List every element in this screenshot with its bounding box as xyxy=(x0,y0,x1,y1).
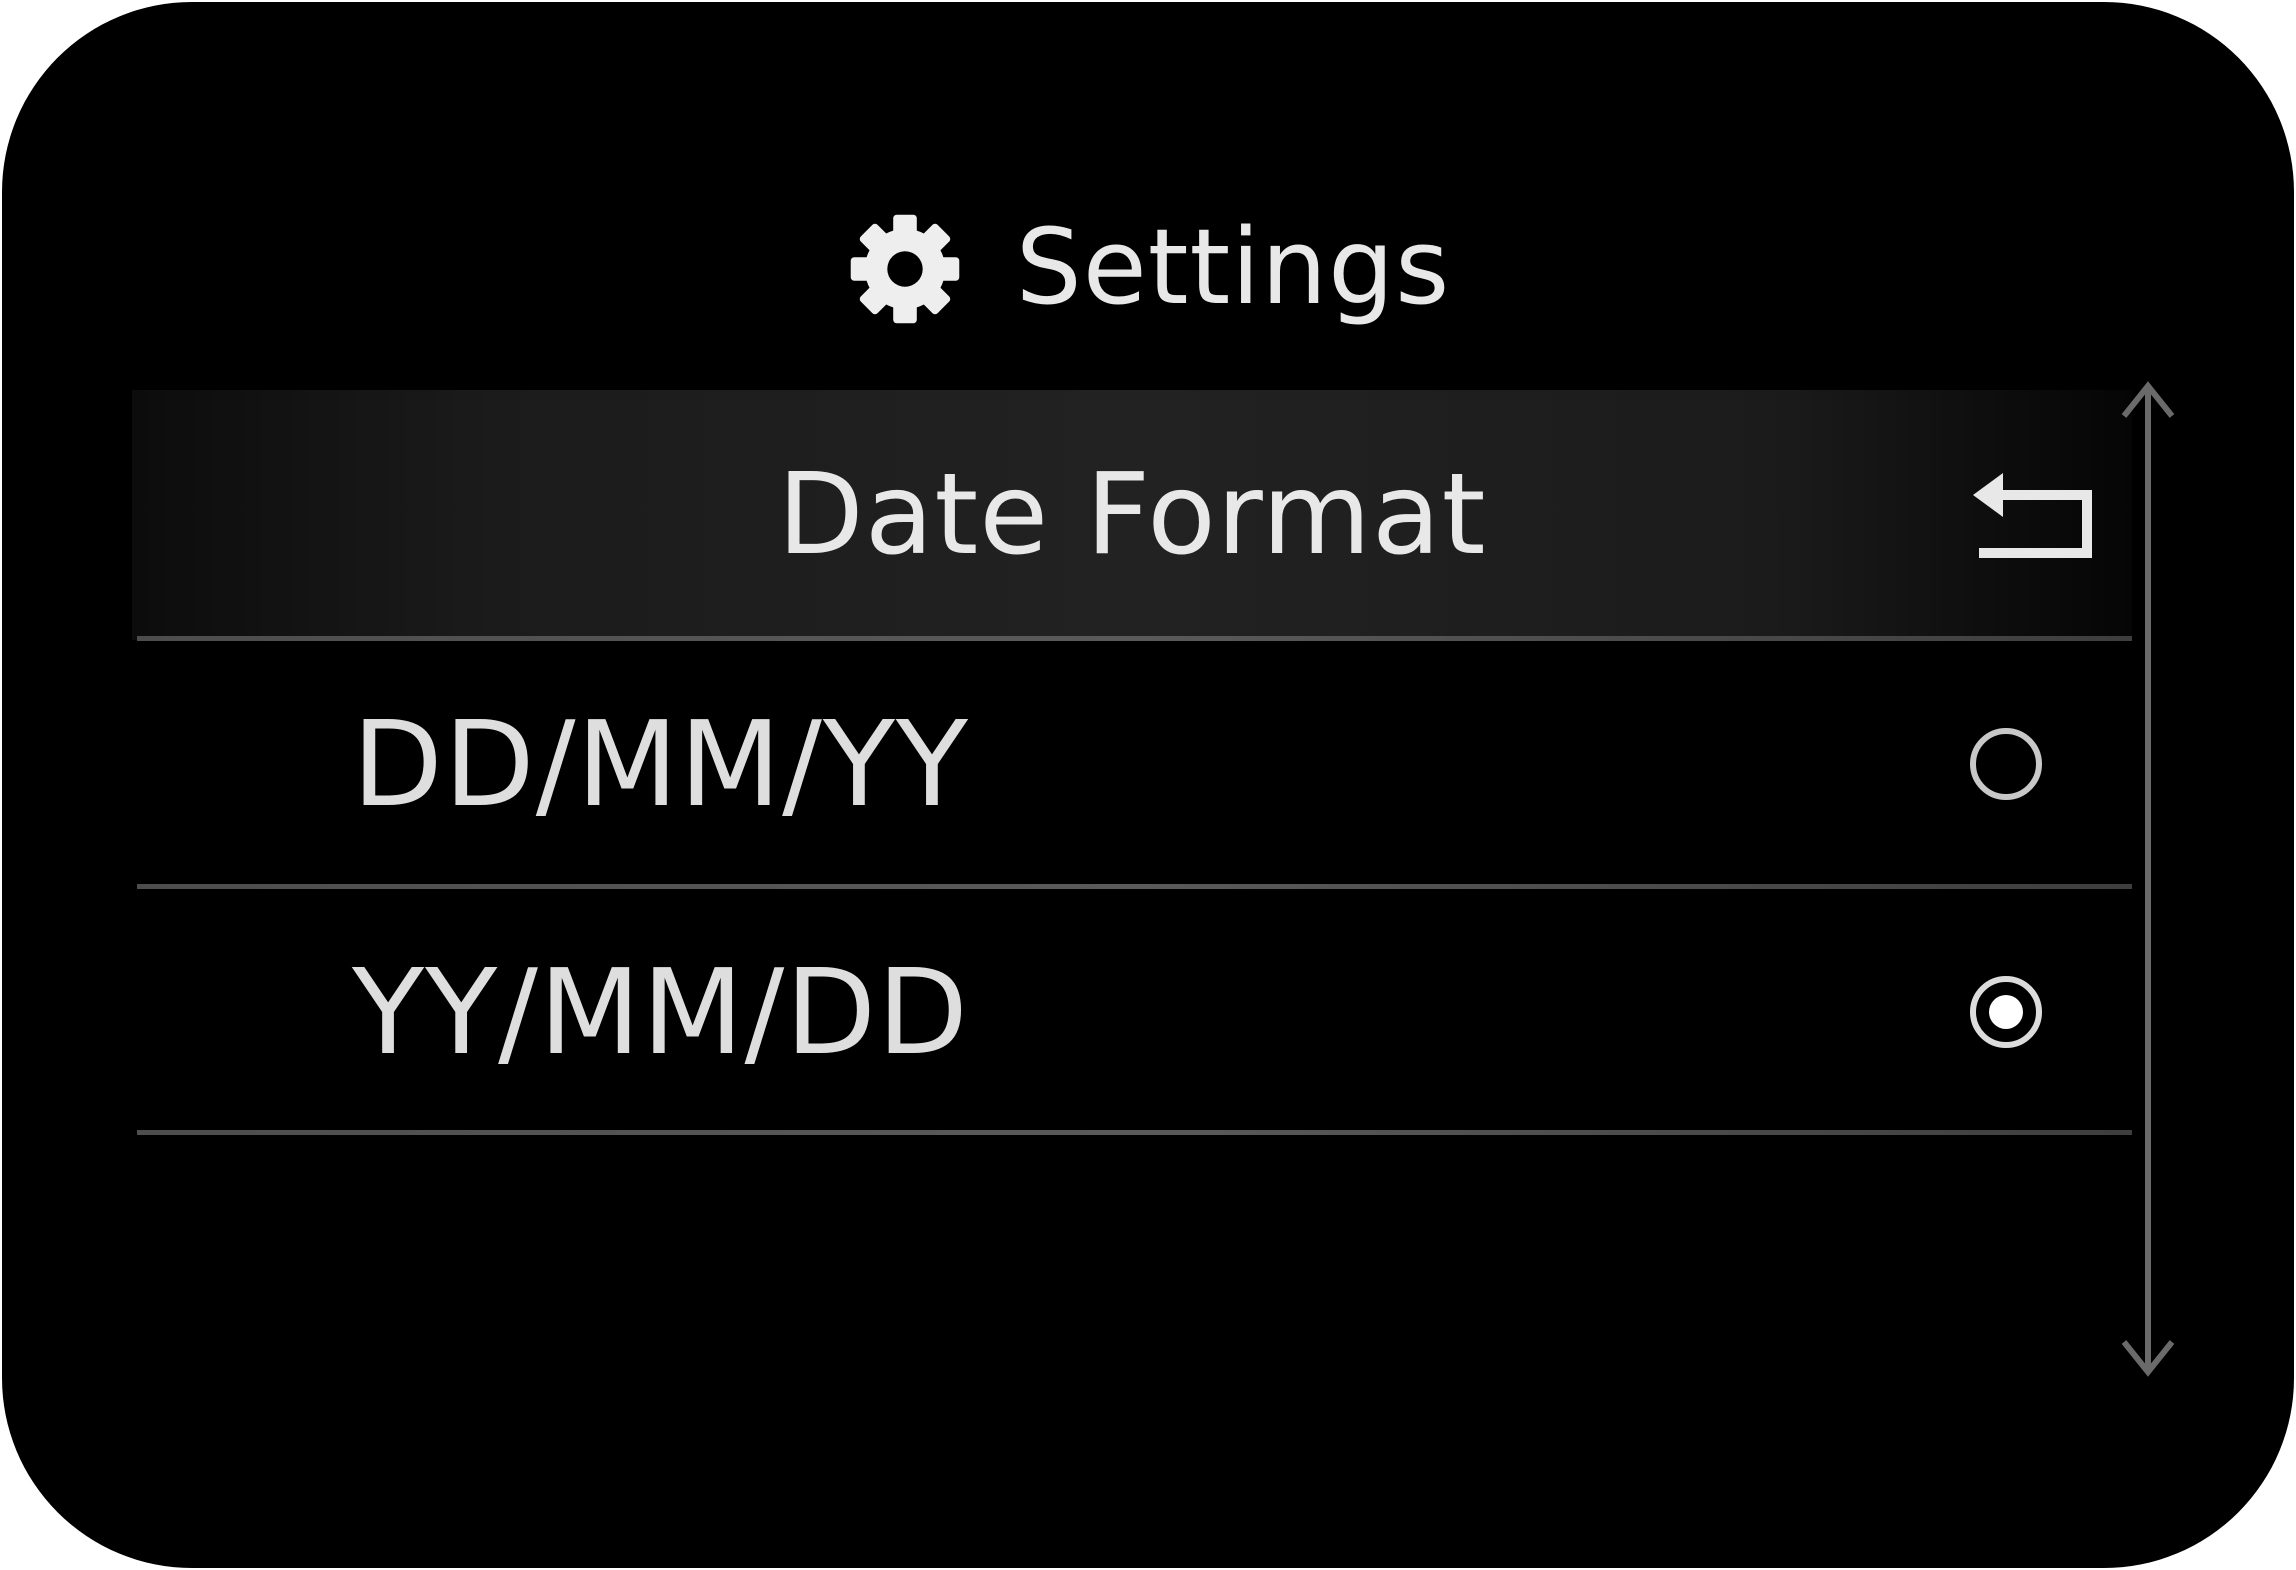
radio-selected-dot xyxy=(1989,995,2023,1029)
settings-screen: Settings Date Format DD/MM/YY YY/MM/DD xyxy=(2,2,2294,1568)
option-row-ddmmyy[interactable]: DD/MM/YY xyxy=(137,644,2132,884)
divider xyxy=(137,884,2132,889)
option-label: YY/MM/DD xyxy=(352,943,970,1081)
section-title: Date Format xyxy=(777,450,1487,580)
scrollbar[interactable] xyxy=(2108,374,2188,1384)
gear-icon xyxy=(850,214,959,324)
radio-button-unselected[interactable] xyxy=(1970,728,2042,800)
option-label: DD/MM/YY xyxy=(352,695,970,833)
subheader-bar: Date Format xyxy=(132,390,2132,640)
divider xyxy=(137,1130,2132,1135)
back-icon xyxy=(1973,473,2092,558)
option-row-yymmdd[interactable]: YY/MM/DD xyxy=(137,892,2132,1132)
radio-button-selected[interactable] xyxy=(1970,976,2042,1048)
screen-header: Settings xyxy=(2,207,2294,327)
divider xyxy=(137,636,2132,641)
page-title: Settings xyxy=(1015,206,1451,328)
